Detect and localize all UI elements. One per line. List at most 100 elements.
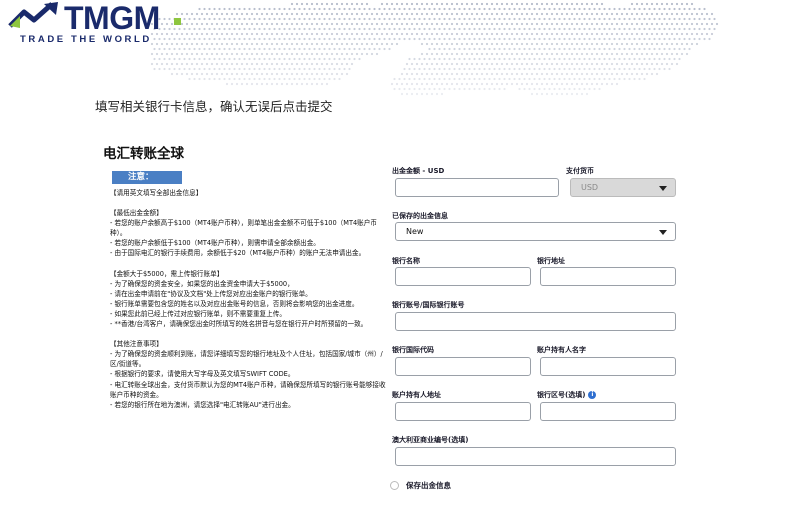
- map-dot: [498, 57, 501, 61]
- map-dot: [688, 7, 691, 11]
- map-dot: [328, 7, 331, 11]
- map-dot: [703, 17, 706, 21]
- map-dot: [160, 62, 164, 66]
- map-dot: [200, 42, 204, 46]
- map-dot: [235, 72, 239, 76]
- map-dot: [545, 72, 549, 76]
- map-dot: [380, 2, 384, 6]
- branch-input[interactable]: [540, 402, 676, 421]
- map-dot: [485, 42, 489, 46]
- map-dot: [363, 37, 366, 41]
- map-dot: [663, 37, 666, 41]
- map-dot: [608, 37, 611, 41]
- map-dot: [430, 2, 434, 6]
- map-dot: [433, 57, 436, 61]
- map-dot: [580, 92, 584, 96]
- map-dot: [248, 7, 251, 11]
- map-dot: [213, 77, 216, 81]
- account-number-input[interactable]: [395, 312, 676, 331]
- map-dot: [478, 87, 481, 91]
- map-dot: [518, 67, 521, 71]
- map-dot: [440, 82, 444, 86]
- saved-info-select[interactable]: New: [395, 222, 676, 241]
- map-dot: [633, 37, 636, 41]
- withdraw-amount-input[interactable]: [395, 178, 559, 197]
- map-dot: [455, 22, 459, 26]
- map-dot: [163, 67, 166, 71]
- info-icon[interactable]: i: [588, 391, 597, 399]
- map-dot: [493, 7, 496, 11]
- map-dot: [485, 52, 489, 56]
- map-dot: [400, 12, 404, 16]
- bank-name-input[interactable]: [395, 267, 531, 286]
- map-dot: [273, 77, 276, 81]
- map-dot: [288, 37, 291, 41]
- map-dot: [430, 82, 434, 86]
- holder-name-input[interactable]: [540, 357, 676, 376]
- map-dot: [218, 57, 221, 61]
- map-dot: [268, 7, 271, 11]
- map-dot: [190, 42, 194, 46]
- map-dot: [203, 7, 206, 11]
- map-dot: [305, 42, 309, 46]
- map-dot: [528, 37, 531, 41]
- map-dot: [578, 77, 581, 81]
- map-dot: [230, 62, 234, 66]
- map-dot: [538, 87, 541, 91]
- map-dot: [200, 22, 204, 26]
- map-dot: [533, 57, 536, 61]
- map-dot: [548, 27, 551, 31]
- map-dot: [328, 27, 331, 31]
- map-dot: [215, 22, 219, 26]
- map-dot: [278, 67, 281, 71]
- map-dot: [490, 22, 494, 26]
- map-dot: [335, 2, 339, 6]
- map-dot: [288, 47, 291, 51]
- map-dot: [440, 92, 444, 96]
- map-dot: [293, 37, 296, 41]
- map-dot: [580, 72, 584, 76]
- map-dot: [285, 42, 289, 46]
- map-dot: [560, 22, 564, 26]
- holder-address-input[interactable]: [395, 402, 531, 421]
- map-dot: [545, 12, 549, 16]
- map-dot: [445, 82, 449, 86]
- map-dot: [685, 32, 689, 36]
- map-dot: [513, 77, 516, 81]
- bank-address-input[interactable]: [540, 267, 676, 286]
- map-dot: [400, 92, 404, 96]
- map-dot: [470, 72, 474, 76]
- map-dot: [555, 82, 559, 86]
- map-dot: [235, 42, 239, 46]
- swift-input[interactable]: [395, 357, 531, 376]
- map-dot: [510, 32, 514, 36]
- map-dot: [575, 2, 579, 6]
- map-dot: [230, 22, 234, 26]
- map-dot: [265, 82, 269, 86]
- map-dot: [295, 82, 299, 86]
- abn-input[interactable]: [395, 447, 676, 466]
- currency-select[interactable]: USD: [570, 178, 676, 197]
- map-dot: [453, 7, 456, 11]
- map-dot: [225, 42, 229, 46]
- map-dot: [558, 37, 561, 41]
- map-dot: [628, 17, 631, 21]
- map-dot: [228, 37, 231, 41]
- map-dot: [578, 27, 581, 31]
- map-dot: [328, 17, 331, 21]
- map-dot: [500, 22, 504, 26]
- save-info-radio[interactable]: [390, 481, 399, 490]
- map-dot: [640, 32, 644, 36]
- map-dot: [515, 12, 519, 16]
- map-dot: [320, 42, 324, 46]
- map-dot: [565, 12, 569, 16]
- map-dot: [298, 17, 301, 21]
- map-dot: [483, 27, 486, 31]
- map-dot: [288, 77, 291, 81]
- map-dot: [343, 67, 346, 71]
- map-dot: [493, 37, 496, 41]
- map-dot: [223, 77, 226, 81]
- map-dot: [618, 57, 621, 61]
- map-dot: [708, 17, 711, 21]
- map-dot: [700, 32, 704, 36]
